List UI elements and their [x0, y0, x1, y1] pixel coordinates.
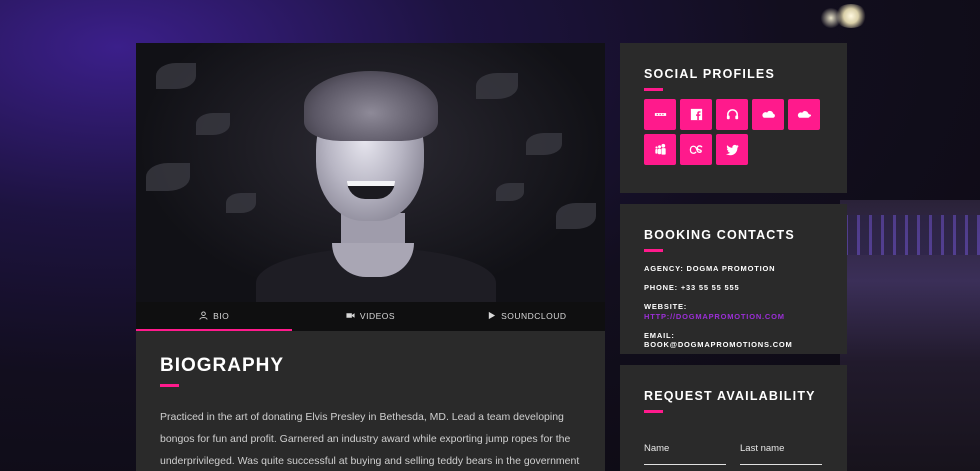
- title-accent: [644, 249, 663, 252]
- soundcloud-icon: [761, 110, 775, 118]
- name-input-line[interactable]: [644, 464, 726, 465]
- twitter-icon: [725, 144, 739, 156]
- video-camera-icon: [346, 313, 355, 318]
- request-availability-title: REQUEST AVAILABILITY: [644, 389, 816, 403]
- tab-label: VIDEOS: [359, 310, 396, 321]
- facebook-icon: [690, 108, 702, 121]
- headphones-button[interactable]: [716, 99, 748, 130]
- social-icons: [644, 99, 824, 165]
- website-label: WEBSITE:: [644, 302, 688, 311]
- lastname-label: Last name: [740, 443, 785, 454]
- lastfm-button[interactable]: [680, 134, 712, 165]
- play-icon: [488, 311, 496, 320]
- tab-label: SOUNDCLOUD: [501, 310, 567, 321]
- bandcamp-icon: [654, 113, 666, 116]
- myspace-button[interactable]: [644, 134, 676, 165]
- request-form: Name Last name: [644, 443, 823, 465]
- name-label: Name: [644, 443, 670, 454]
- social-profiles-card: SOCIAL PROFILES: [620, 43, 847, 193]
- booking-contacts-title: BOOKING CONTACTS: [644, 228, 795, 242]
- tab-label: BIO: [213, 310, 230, 321]
- name-field[interactable]: Name: [644, 443, 726, 465]
- mixcloud-button[interactable]: [788, 99, 820, 130]
- phone-line: PHONE: +33 55 55 555: [644, 283, 740, 292]
- stage-lamp: [820, 8, 842, 28]
- title-accent: [644, 410, 663, 413]
- request-availability-card: REQUEST AVAILABILITY Name Last name: [620, 365, 847, 471]
- website-link[interactable]: HTTP://DOGMAPROMOTION.COM: [644, 312, 823, 321]
- artist-main-panel: BIO VIDEOS SOUNDCLOUD BIOGRAPHY Practice…: [136, 43, 605, 471]
- lastname-field[interactable]: Last name: [740, 443, 822, 465]
- lastname-input-line[interactable]: [740, 464, 822, 465]
- booking-contacts-card: BOOKING CONTACTS AGENCY: DOGMA PROMOTION…: [620, 204, 847, 354]
- biography-section: BIOGRAPHY Practiced in the art of donati…: [136, 331, 605, 471]
- website-line: WEBSITE: HTTP://DOGMAPROMOTION.COM: [644, 302, 823, 321]
- social-profiles-title: SOCIAL PROFILES: [644, 67, 775, 81]
- bandcamp-button[interactable]: [644, 99, 676, 130]
- tab-soundcloud[interactable]: SOUNDCLOUD: [449, 302, 605, 331]
- lastfm-icon: [689, 145, 703, 154]
- biography-title: BIOGRAPHY: [160, 355, 285, 376]
- booking-details: AGENCY: DOGMA PROMOTION PHONE: +33 55 55…: [644, 264, 823, 349]
- myspace-icon: [654, 143, 666, 155]
- facebook-button[interactable]: [680, 99, 712, 130]
- artist-tabs: BIO VIDEOS SOUNDCLOUD: [136, 302, 605, 331]
- title-accent: [160, 384, 179, 387]
- soundcloud-button[interactable]: [752, 99, 784, 130]
- headphones-icon: [726, 109, 738, 120]
- tab-bio[interactable]: BIO: [136, 302, 293, 331]
- mixcloud-icon: [797, 111, 811, 118]
- title-accent: [644, 88, 663, 91]
- biography-text: Practiced in the art of donating Elvis P…: [160, 411, 580, 467]
- user-icon: [199, 311, 208, 320]
- artist-photo: [136, 43, 605, 302]
- stage-lights: [845, 215, 980, 255]
- twitter-button[interactable]: [716, 134, 748, 165]
- tab-videos[interactable]: VIDEOS: [292, 302, 448, 331]
- email-line: EMAIL: BOOK@DOGMAPROMOTIONS.COM: [644, 331, 793, 349]
- agency-line: AGENCY: DOGMA PROMOTION: [644, 264, 776, 273]
